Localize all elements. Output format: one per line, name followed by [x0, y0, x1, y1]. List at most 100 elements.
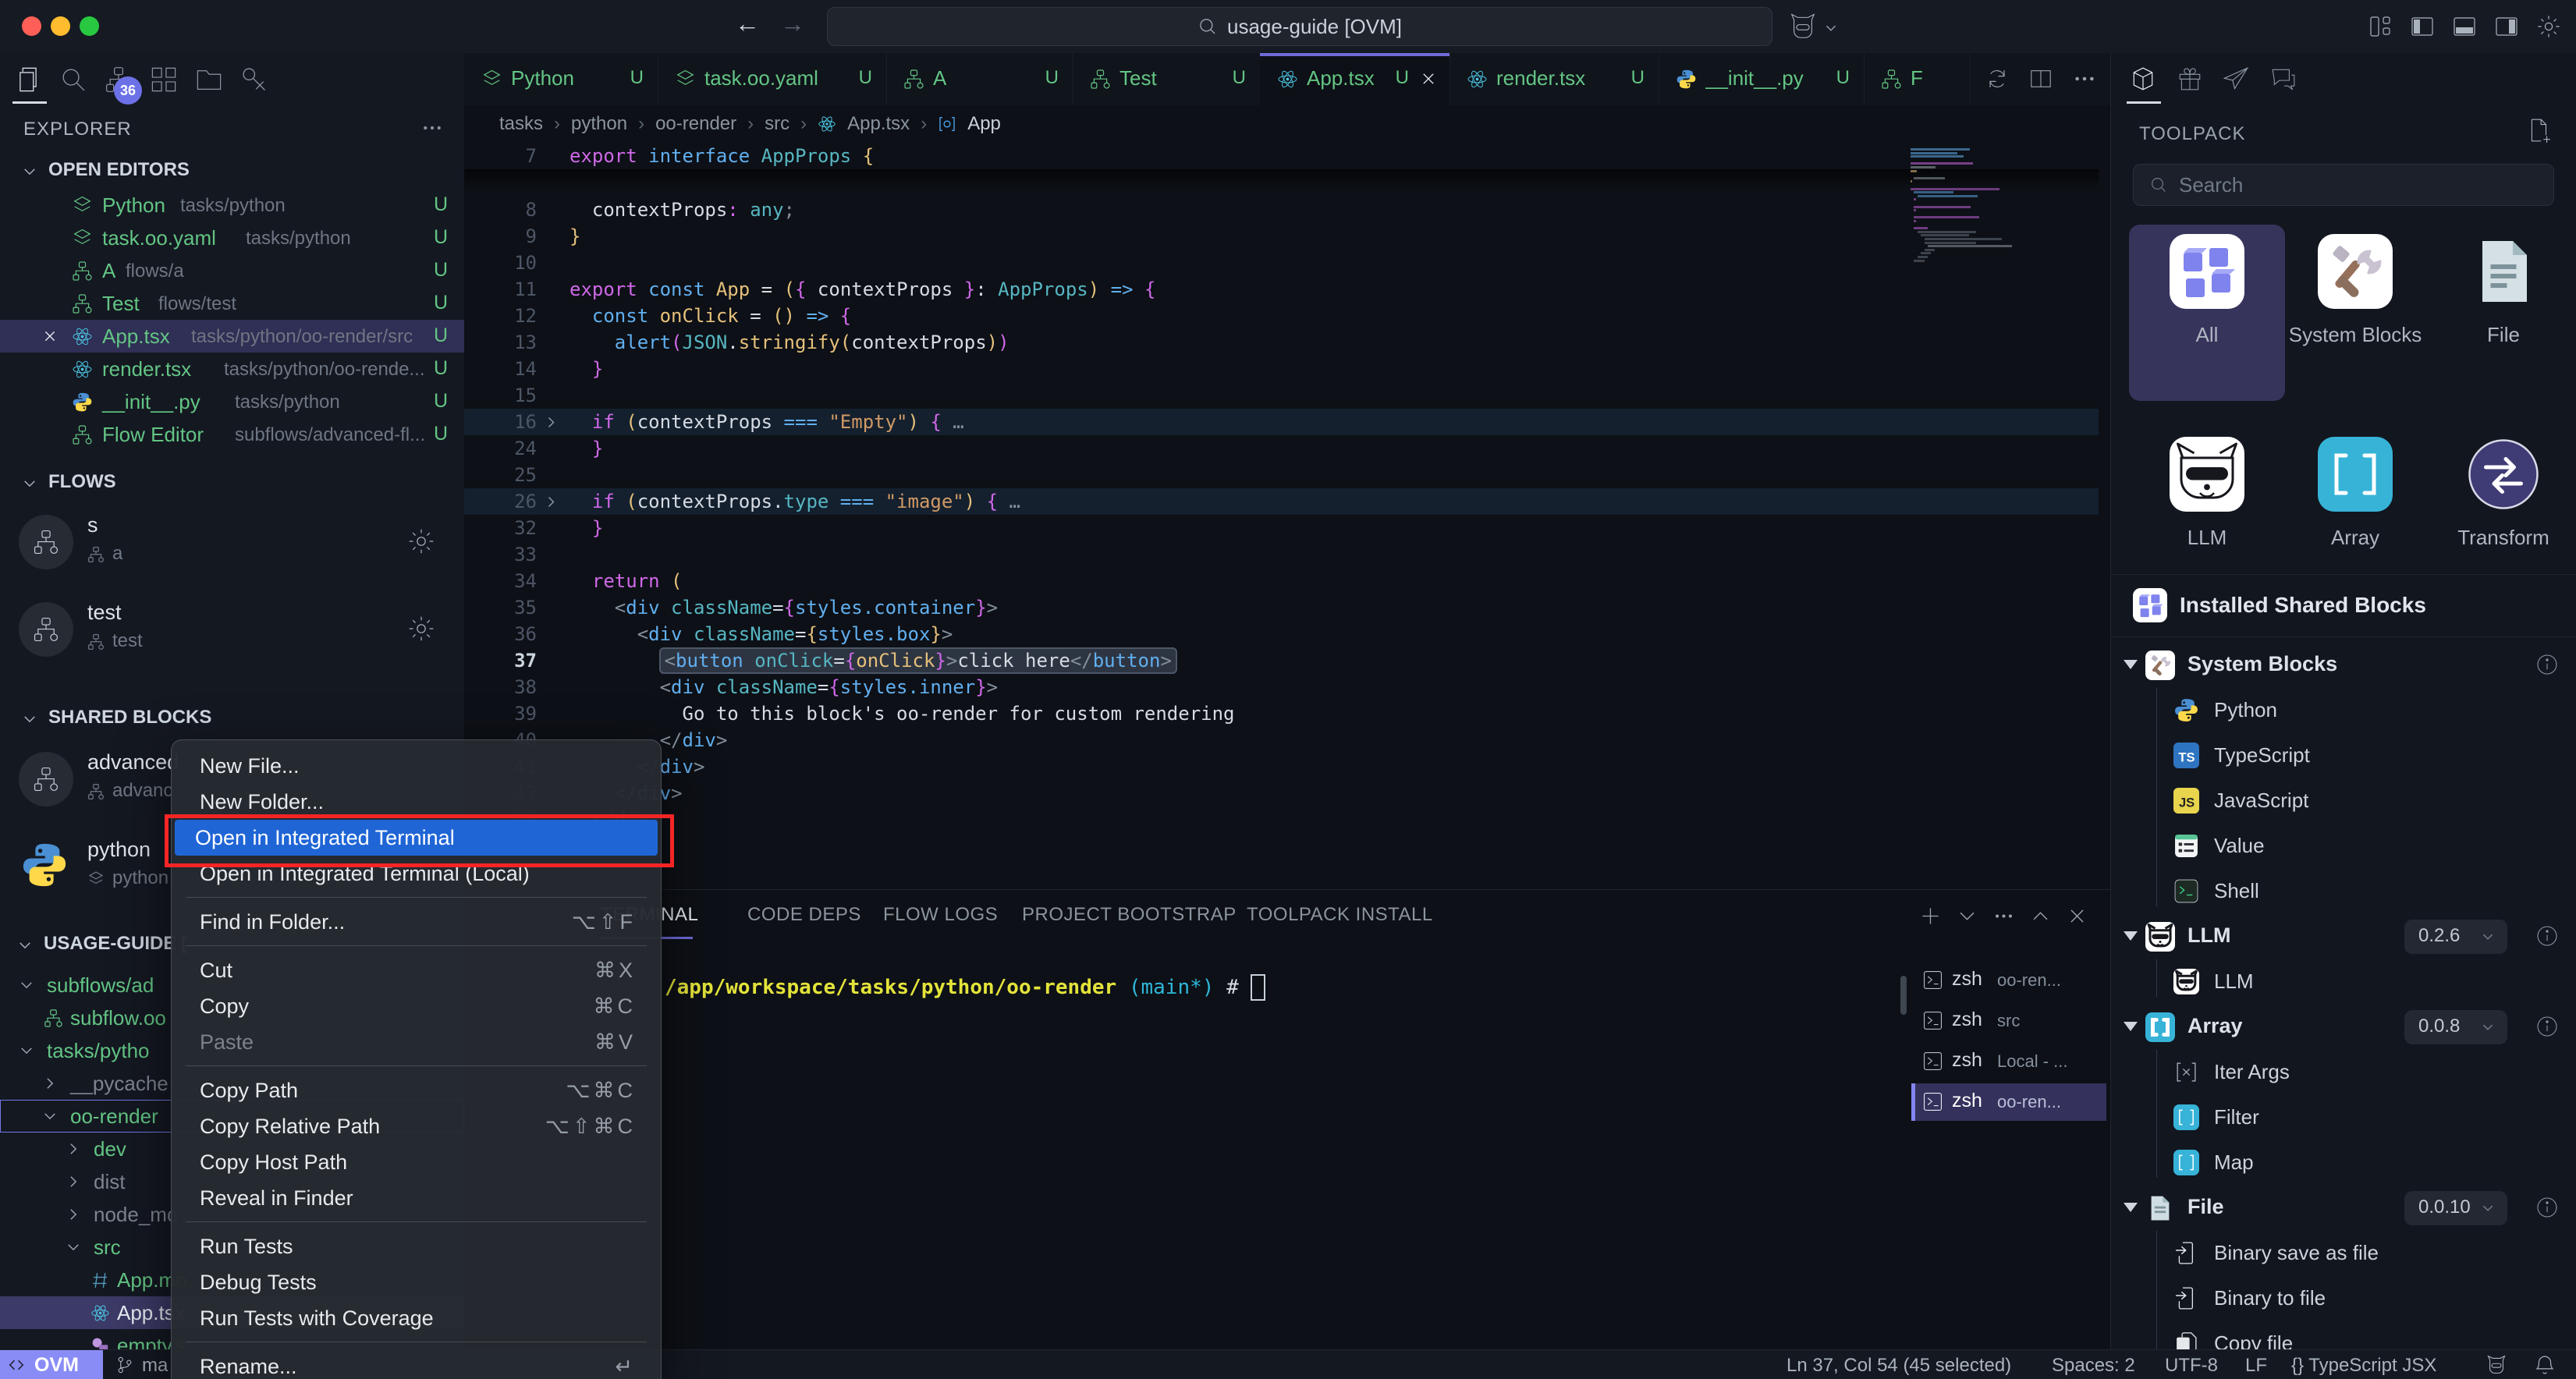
feedback-icon[interactable] [2270, 66, 2297, 92]
notifications-bell-icon[interactable] [2534, 1354, 2556, 1376]
chevron-down-icon[interactable] [22, 711, 37, 727]
info-icon[interactable] [2535, 653, 2559, 676]
blocks-store-icon[interactable] [2177, 66, 2203, 92]
menu-item-copy-relative-path[interactable]: Copy Relative Path⌥⇧⌘C [179, 1108, 653, 1144]
terminal-tab-code-deps[interactable]: CODE DEPS [747, 904, 861, 926]
usage-guide-header[interactable]: USAGE-GUIDE [ [44, 933, 187, 955]
extensions-activity-icon[interactable] [150, 66, 178, 94]
tab-app-tsx[interactable]: App.tsxU [1260, 53, 1450, 105]
command-center-search[interactable]: usage-guide [OVM] [827, 7, 1772, 46]
fold-chevron-icon[interactable] [544, 415, 559, 430]
chevron-down-icon[interactable] [22, 164, 37, 179]
block-group-llm[interactable]: LLM0.2.6 [2111, 914, 2576, 959]
block-item-value[interactable]: Value [2111, 824, 2576, 869]
block-item-javascript[interactable]: JSJavaScript [2111, 778, 2576, 824]
block-item-binary-to-file[interactable]: Binary to file [2111, 1276, 2576, 1321]
menu-item-rename---[interactable]: Rename...↵ [179, 1349, 653, 1379]
open-editor-row[interactable]: Pythontasks/pythonU [0, 189, 464, 222]
terminal-tab-project-bootstrap[interactable]: PROJECT BOOTSTRAP [1022, 904, 1237, 926]
info-icon[interactable] [2535, 924, 2559, 948]
tab---init---py[interactable]: __init__.pyU [1659, 53, 1865, 105]
zoom-window-button[interactable] [80, 16, 99, 36]
toolpack-card-all[interactable]: All [2129, 225, 2285, 401]
git-branch-icon[interactable] [115, 1356, 134, 1374]
close-window-button[interactable] [22, 16, 41, 36]
block-group-file[interactable]: File0.0.10 [2111, 1186, 2576, 1231]
open-editor-row[interactable]: __init__.pytasks/pythonU [0, 385, 464, 418]
open-editor-row[interactable]: render.tsxtasks/python/oo-rende...U [0, 353, 464, 385]
group-expand-icon[interactable] [2124, 931, 2138, 941]
tab-test[interactable]: TestU [1073, 53, 1261, 105]
menu-item-run-tests[interactable]: Run Tests [179, 1228, 653, 1264]
block-item-typescript[interactable]: TSTypeScript [2111, 733, 2576, 778]
version-select[interactable]: 0.0.8 [2404, 1010, 2507, 1044]
terminal-profile-dropdown-icon[interactable] [1957, 906, 1978, 927]
group-expand-icon[interactable] [2124, 1022, 2138, 1031]
toggle-left-panel-icon[interactable] [2410, 14, 2435, 39]
menu-item-copy-path[interactable]: Copy Path⌥⌘C [179, 1072, 653, 1108]
info-icon[interactable] [2535, 1196, 2559, 1219]
block-item-shell[interactable]: Shell [2111, 869, 2576, 914]
version-select[interactable]: 0.0.10 [2404, 1191, 2507, 1225]
toolpack-card-array[interactable]: Array [2277, 427, 2433, 604]
menu-item-copy[interactable]: Copy⌘C [179, 988, 653, 1024]
menu-item-new-file---[interactable]: New File... [179, 748, 653, 784]
toolpack-search[interactable]: Search [2133, 164, 2554, 206]
terminal-tab-flow-logs[interactable]: FLOW LOGS [883, 904, 998, 926]
block-item-iter-args[interactable]: Iter Args [2111, 1050, 2576, 1095]
toolpack-card-file[interactable]: File [2425, 225, 2576, 401]
tab-flow[interactable]: Flow [1864, 53, 1971, 105]
assistant-pet-icon[interactable] [1788, 12, 1818, 41]
tab-a[interactable]: AU [886, 53, 1073, 105]
menu-item-copy-host-path[interactable]: Copy Host Path [179, 1144, 653, 1180]
terminal-more-icon[interactable] [1993, 906, 2014, 927]
minimap[interactable] [1901, 147, 2088, 459]
explorer-more-icon[interactable] [421, 117, 443, 139]
toolpack-card-system-blocks[interactable]: System Blocks [2277, 225, 2433, 401]
tab-render-tsx[interactable]: render.tsxU [1449, 53, 1659, 105]
status-cursor-position[interactable]: Ln 37, Col 54 (45 selected) [1787, 1355, 2011, 1377]
deploy-icon[interactable] [2223, 66, 2250, 92]
group-expand-icon[interactable] [2124, 660, 2138, 669]
terminal-session-row[interactable]: zshoo-ren... [1911, 1083, 2106, 1121]
block-item-binary-save-as-file[interactable]: Binary save as file [2111, 1231, 2576, 1276]
terminal-tab-toolpack-install[interactable]: TOOLPACK INSTALL [1247, 904, 1433, 926]
toolpack-card-llm[interactable]: LLM [2129, 427, 2285, 604]
breadcrumb[interactable]: tasks›python›oo-render›src›App.tsx›App [464, 105, 2099, 143]
menu-item-open-in-integrated-terminal[interactable]: Open in Integrated Terminal [175, 820, 658, 856]
open-editor-row[interactable]: App.tsxtasks/python/oo-render/srcU [0, 320, 464, 353]
close-panel-icon[interactable] [2067, 906, 2088, 927]
terminal-session-row[interactable]: zshoo-ren... [1911, 962, 2106, 999]
menu-item-new-folder---[interactable]: New Folder... [179, 784, 653, 820]
block-item-map[interactable]: Map [2111, 1140, 2576, 1186]
group-expand-icon[interactable] [2124, 1203, 2138, 1212]
block-item-filter[interactable]: Filter [2111, 1095, 2576, 1140]
open-editor-row[interactable]: Testflows/testU [0, 287, 464, 320]
customize-layout-icon[interactable] [2368, 14, 2393, 39]
toolpack-card-transform[interactable]: Transform [2425, 427, 2576, 604]
terminal-session-row[interactable]: zshsrc [1911, 1002, 2106, 1040]
terminal-scrollbar[interactable] [1900, 976, 1907, 1015]
remote-indicator[interactable]: OVM [0, 1350, 103, 1379]
terminal-prompt[interactable]: /app/workspace/tasks/python/oo-render (m… [665, 974, 1265, 1001]
menu-item-debug-tests[interactable]: Debug Tests [179, 1264, 653, 1300]
block-group-system-blocks[interactable]: System Blocks [2111, 643, 2576, 688]
version-select[interactable]: 0.2.6 [2404, 920, 2507, 954]
secrets-activity-icon[interactable] [240, 66, 268, 94]
menu-item-cut[interactable]: Cut⌘X [179, 952, 653, 988]
split-editor-icon[interactable] [2029, 67, 2053, 90]
close-icon[interactable] [1420, 70, 1437, 87]
history-forward-icon[interactable]: → [780, 9, 805, 38]
flows-header[interactable]: FLOWS [48, 471, 116, 493]
menu-item-open-in-integrated-terminal--local-[interactable]: Open in Integrated Terminal (Local) [179, 856, 653, 892]
gear-icon[interactable] [407, 527, 435, 555]
open-editor-row[interactable]: task.oo.yamltasks/pythonU [0, 222, 464, 254]
settings-gear-icon[interactable] [2536, 14, 2561, 39]
toolpack-panel-icon[interactable] [2130, 66, 2156, 92]
menu-item-run-tests-with-coverage[interactable]: Run Tests with Coverage [179, 1300, 653, 1336]
breadcrumb-symbol[interactable]: App [967, 113, 1001, 135]
status-language-mode[interactable]: {} TypeScript JSX [2291, 1355, 2436, 1377]
close-icon[interactable] [42, 328, 58, 344]
fold-chevron-icon[interactable] [544, 495, 559, 509]
toggle-right-panel-icon[interactable] [2494, 14, 2519, 39]
